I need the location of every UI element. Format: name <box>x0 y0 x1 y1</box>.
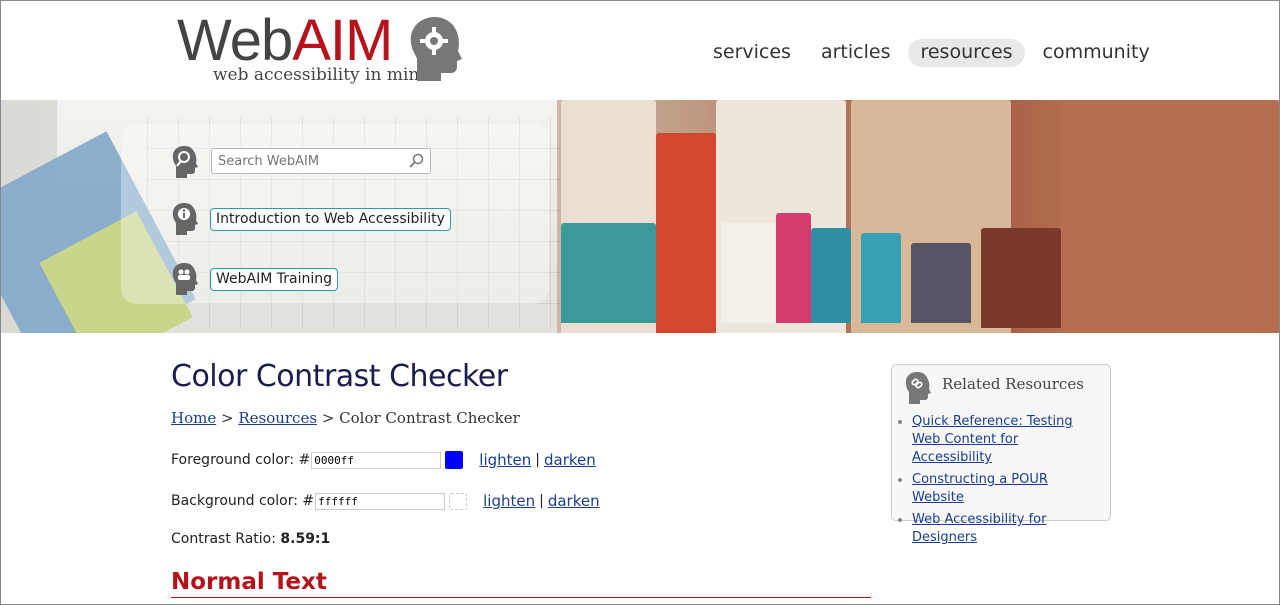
logo-web-text: Web <box>177 8 293 73</box>
list-item: Web Accessibility for Designers <box>912 511 1102 547</box>
background-lighten-link[interactable]: lighten <box>483 492 535 510</box>
foreground-lighten-link[interactable]: lighten <box>479 451 531 469</box>
nav-articles[interactable]: articles <box>809 39 903 67</box>
background-color-input[interactable] <box>315 492 446 510</box>
separator: | <box>539 493 544 509</box>
link-head-icon <box>905 372 931 404</box>
normal-text-heading: Normal Text <box>171 569 871 598</box>
logo-aim-text: AIM <box>292 8 393 73</box>
search-input[interactable] <box>212 149 402 173</box>
nav-resources[interactable]: resources <box>908 39 1025 67</box>
breadcrumb-home-link[interactable]: Home <box>171 409 216 427</box>
site-header: WebAIM web accessibility in mind service… <box>1 1 1279 100</box>
nav-services[interactable]: services <box>701 39 803 67</box>
foreground-color-input[interactable] <box>311 451 442 469</box>
breadcrumb-separator: > <box>317 409 340 427</box>
webaim-logo[interactable]: WebAIM web accessibility in mind <box>177 9 477 89</box>
logo-tagline: web accessibility in mind <box>213 65 431 85</box>
contrast-ratio-value: 8.59:1 <box>280 531 331 547</box>
search-field <box>211 148 431 174</box>
related-resources-title: Related Resources <box>942 375 1084 393</box>
gear-head-icon <box>410 17 462 81</box>
breadcrumb-current: Color Contrast Checker <box>339 409 520 427</box>
breadcrumb-resources-link[interactable]: Resources <box>238 409 317 427</box>
background-label: Background color: # <box>171 493 315 509</box>
page-title: Color Contrast Checker <box>171 359 508 394</box>
foreground-row: Foreground color: # lighten | darken <box>171 451 600 469</box>
separator: | <box>535 452 540 468</box>
list-item: Quick Reference: Testing Web Content for… <box>912 413 1102 467</box>
background-row: Background color: # lighten | darken <box>171 492 604 510</box>
info-head-icon <box>172 203 198 235</box>
search-head-icon <box>172 146 198 178</box>
foreground-color-picker[interactable] <box>445 451 464 469</box>
list-item: Constructing a POUR Website <box>912 471 1102 507</box>
related-link-pour-website[interactable]: Constructing a POUR Website <box>912 472 1048 505</box>
breadcrumb-separator: > <box>216 409 239 427</box>
main-nav: services articles resources community <box>701 39 1162 67</box>
foreground-darken-link[interactable]: darken <box>544 451 596 469</box>
background-color-picker[interactable] <box>449 492 468 510</box>
intro-web-accessibility-link[interactable]: Introduction to Web Accessibility <box>210 208 451 231</box>
contrast-ratio-label: Contrast Ratio: <box>171 531 281 547</box>
breadcrumb: Home > Resources > Color Contrast Checke… <box>171 409 520 427</box>
banner-books-image <box>561 100 1279 333</box>
related-resources-box: Related Resources Quick Reference: Testi… <box>891 364 1111 545</box>
training-head-icon <box>172 263 198 295</box>
related-link-quick-reference[interactable]: Quick Reference: Testing Web Content for… <box>912 414 1073 465</box>
related-resources-list: Quick Reference: Testing Web Content for… <box>912 413 1102 551</box>
logo-wordmark: WebAIM <box>177 8 393 73</box>
webaim-training-link[interactable]: WebAIM Training <box>210 268 338 291</box>
nav-community[interactable]: community <box>1031 39 1162 67</box>
related-link-designers[interactable]: Web Accessibility for Designers <box>912 512 1046 545</box>
background-darken-link[interactable]: darken <box>548 492 600 510</box>
contrast-ratio: Contrast Ratio: 8.59:1 <box>171 531 330 547</box>
foreground-label: Foreground color: # <box>171 452 311 468</box>
hero-banner: Introduction to Web Accessibility WebAIM… <box>1 100 1279 333</box>
search-icon[interactable] <box>408 153 424 169</box>
